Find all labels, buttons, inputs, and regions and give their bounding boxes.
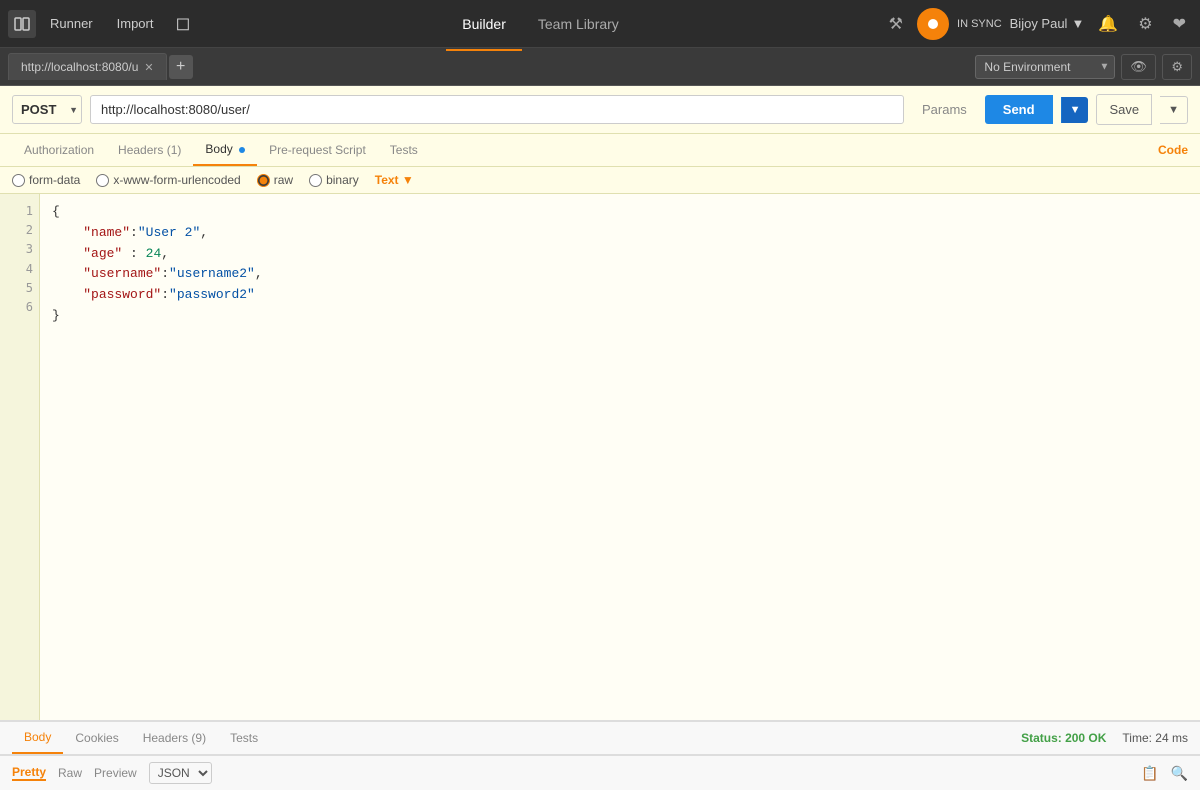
method-wrapper: POST GET PUT DELETE PATCH [12, 95, 82, 124]
line-number-5: 5 [6, 279, 33, 298]
form-data-label: form-data [29, 173, 80, 187]
heart-icon-button[interactable]: ❤ [1167, 10, 1192, 38]
body-options: form-data x-www-form-urlencoded raw bina… [0, 167, 1200, 194]
body-dot [239, 147, 245, 153]
search-icon-button[interactable]: 🔍 [1171, 765, 1188, 782]
line-number-6: 6 [6, 298, 33, 317]
urlencoded-radio[interactable] [96, 174, 109, 187]
tab-bar: http://localhost:8080/u ✕ + No Environme… [0, 48, 1200, 86]
nav-left: Runner Import ◻ [8, 10, 198, 38]
close-tab-button[interactable]: ✕ [144, 61, 153, 74]
line-numbers: 1 2 3 4 5 6 [0, 194, 40, 720]
environment-selector-wrapper: No Environment [975, 55, 1115, 79]
response-status: Status: 200 OK Time: 24 ms [1021, 731, 1188, 745]
copy-icon-button[interactable]: 📋 [1141, 765, 1158, 782]
headers-tab[interactable]: Headers (1) [106, 135, 193, 165]
main-content: POST GET PUT DELETE PATCH Params Send ▼ … [0, 86, 1200, 800]
add-tab-button[interactable]: + [169, 55, 193, 79]
profile-icon-button[interactable]: ⚙ [1132, 10, 1158, 38]
pre-request-tab[interactable]: Pre-request Script [257, 135, 378, 165]
raw-label: raw [274, 173, 293, 187]
form-data-radio[interactable] [12, 174, 25, 187]
raw-button[interactable]: Raw [58, 766, 82, 780]
line-number-3: 3 [6, 240, 33, 259]
code-content[interactable]: { "name":"User 2", "age" : 24, "username… [40, 194, 1200, 720]
team-library-tab[interactable]: Team Library [522, 10, 635, 38]
sidebar-toggle-icon[interactable] [8, 10, 36, 38]
user-dropdown-icon: ▼ [1071, 16, 1084, 31]
format-dropdown[interactable]: JSON XML HTML Text [149, 762, 212, 784]
save-dropdown-button[interactable]: ▼ [1160, 96, 1188, 124]
request-tab-1[interactable]: http://localhost:8080/u ✕ [8, 53, 167, 80]
user-menu-button[interactable]: Bijoy Paul ▼ [1010, 16, 1085, 31]
sync-icon [917, 8, 949, 40]
urlencoded-label: x-www-form-urlencoded [113, 173, 240, 187]
send-dropdown-button[interactable]: ▼ [1061, 97, 1089, 123]
line-number-4: 4 [6, 260, 33, 279]
params-button[interactable]: Params [912, 96, 977, 123]
urlencoded-option[interactable]: x-www-form-urlencoded [96, 173, 240, 187]
tab-bar-right: No Environment 👁 ⚙ [975, 54, 1192, 80]
settings-button[interactable]: ⚙ [1162, 54, 1192, 80]
code-button[interactable]: Code [1158, 143, 1188, 157]
authorization-tab[interactable]: Authorization [12, 135, 106, 165]
preview-button[interactable]: Preview [94, 766, 137, 780]
pretty-button[interactable]: Pretty [12, 765, 46, 781]
eye-icon-button[interactable]: 👁 [1121, 54, 1156, 80]
response-bottom-bar: Pretty Raw Preview JSON XML HTML Text 📋 … [0, 755, 1200, 790]
response-tabs-row: Body Cookies Headers (9) Tests Status: 2… [0, 722, 1200, 755]
notification-icon-button[interactable]: 🔔 [1092, 10, 1124, 38]
code-editor-area: 1 2 3 4 5 6 { "name":"User 2", "age" : 2… [0, 194, 1200, 720]
form-data-option[interactable]: form-data [12, 173, 80, 187]
request-row: POST GET PUT DELETE PATCH Params Send ▼ … [0, 86, 1200, 134]
import-button[interactable]: Import [107, 10, 164, 37]
tests-tab[interactable]: Tests [378, 135, 430, 165]
user-name: Bijoy Paul [1010, 16, 1068, 31]
url-input[interactable] [90, 95, 904, 124]
line-number-2: 2 [6, 221, 33, 240]
response-tests-tab[interactable]: Tests [218, 723, 270, 753]
environment-select[interactable]: No Environment [975, 55, 1115, 79]
binary-option[interactable]: binary [309, 173, 359, 187]
nav-center: Builder Team Library [198, 10, 882, 38]
request-tabs: Authorization Headers (1) Body Pre-reque… [0, 134, 1200, 167]
response-time: Time: 24 ms [1122, 731, 1188, 745]
request-section: POST GET PUT DELETE PATCH Params Send ▼ … [0, 86, 1200, 720]
in-sync-text: IN SYNC [957, 18, 1002, 30]
new-tab-button[interactable]: ◻ [167, 11, 198, 36]
wrench-icon-button[interactable]: ⚒ [883, 10, 909, 38]
line-number-1: 1 [6, 202, 33, 221]
nav-right: ⚒ IN SYNC Bijoy Paul ▼ 🔔 ⚙ ❤ [883, 8, 1192, 40]
status-ok-badge: Status: 200 OK [1021, 731, 1106, 745]
binary-label: binary [326, 173, 359, 187]
response-headers-tab[interactable]: Headers (9) [131, 723, 218, 753]
raw-radio[interactable] [257, 174, 270, 187]
top-navigation: Runner Import ◻ Builder Team Library ⚒ I… [0, 0, 1200, 48]
response-area: Body Cookies Headers (9) Tests Status: 2… [0, 720, 1200, 800]
builder-tab[interactable]: Builder [446, 10, 522, 38]
binary-radio[interactable] [309, 174, 322, 187]
response-body-tab[interactable]: Body [12, 722, 63, 754]
body-tab[interactable]: Body [193, 134, 257, 166]
text-label: Text [375, 173, 399, 187]
response-cookies-tab[interactable]: Cookies [63, 723, 130, 753]
method-select[interactable]: POST GET PUT DELETE PATCH [12, 95, 82, 124]
runner-button[interactable]: Runner [40, 10, 103, 37]
save-button[interactable]: Save [1096, 94, 1152, 125]
tab-label: http://localhost:8080/u [21, 60, 138, 74]
text-type-dropdown[interactable]: Text ▼ [375, 173, 414, 187]
send-button[interactable]: Send [985, 95, 1053, 124]
raw-option[interactable]: raw [257, 173, 293, 187]
